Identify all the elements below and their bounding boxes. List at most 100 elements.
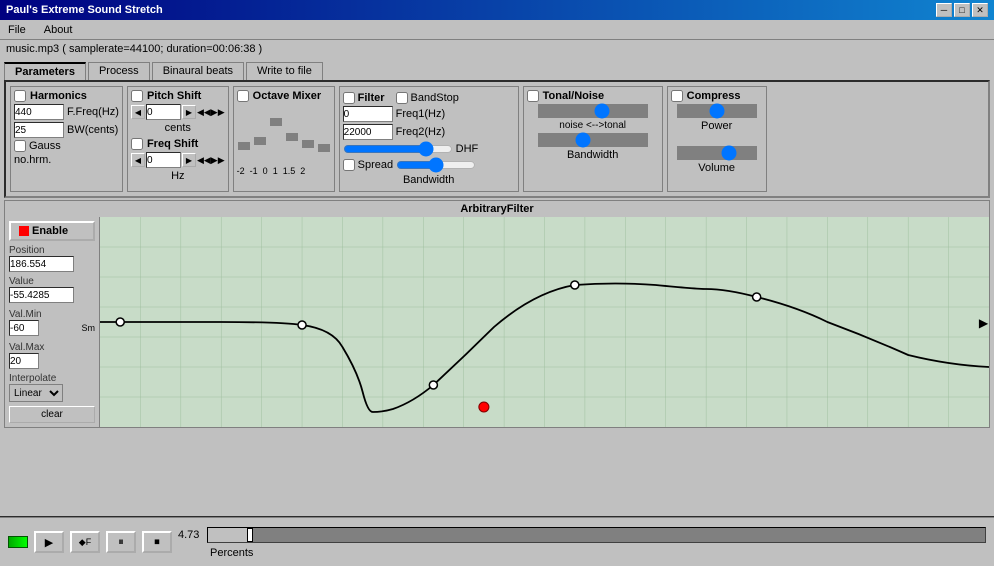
harmonics-checkbox[interactable] bbox=[14, 90, 26, 102]
percent-value: 4.73 bbox=[178, 529, 203, 541]
diamond-button[interactable]: ◆F bbox=[70, 531, 100, 553]
octave-slider-2[interactable] bbox=[317, 109, 331, 164]
arbitrary-title: ArbitraryFilter bbox=[5, 201, 989, 217]
tabs-bar: Parameters Process Binaural beats Write … bbox=[0, 60, 994, 80]
filter-freq2-input[interactable] bbox=[343, 124, 393, 140]
filter-checkbox[interactable] bbox=[343, 92, 355, 104]
volume-slider[interactable] bbox=[677, 146, 757, 160]
harmonics-title: Harmonics bbox=[14, 90, 119, 102]
octave-mixer-panel: Octave Mixer -2 -1 0 1 1.5 2 bbox=[233, 86, 335, 192]
compress-checkbox[interactable] bbox=[671, 90, 683, 102]
octave-slider-neg2[interactable] bbox=[237, 109, 251, 164]
compress-power-slider[interactable] bbox=[677, 104, 757, 118]
bandwidth-slider[interactable] bbox=[538, 133, 648, 147]
val-min-input[interactable] bbox=[9, 320, 39, 336]
tonal-noise-slider[interactable] bbox=[538, 104, 648, 118]
arbitrary-canvas[interactable]: ▶ bbox=[100, 217, 989, 427]
file-info: music.mp3 ( samplerate=44100; duration=0… bbox=[0, 40, 994, 60]
title-bar: Paul's Extreme Sound Stretch ─ □ ✕ bbox=[0, 0, 994, 20]
harmonics-file: no.hrm. bbox=[14, 154, 51, 166]
pitch-right-btn[interactable]: ▶ bbox=[182, 105, 196, 119]
window-controls: ─ □ ✕ bbox=[936, 3, 988, 17]
clear-button[interactable]: clear bbox=[9, 406, 95, 423]
arbitrary-graph: ▶ bbox=[100, 217, 989, 427]
filter-freq1-input[interactable] bbox=[343, 106, 393, 122]
menu-file[interactable]: File bbox=[4, 23, 30, 37]
svg-text:▶: ▶ bbox=[979, 316, 989, 330]
pitch-shift-title: Pitch Shift bbox=[131, 90, 225, 102]
val-min-group: Val.Min bbox=[9, 309, 79, 336]
spread-checkbox[interactable] bbox=[343, 159, 355, 171]
tonal-noise-title: Tonal/Noise bbox=[527, 90, 659, 102]
position-input[interactable] bbox=[9, 256, 74, 272]
arbitrary-left-panel: Enable Position Value Val.Min Sm Val.Max bbox=[5, 217, 100, 427]
progress-thumb bbox=[247, 528, 253, 542]
tonal-noise-panel: Tonal/Noise noise <-->tonal Bandwidth bbox=[523, 86, 663, 192]
play-button[interactable]: ▶ bbox=[34, 531, 64, 553]
tab-binaural[interactable]: Binaural beats bbox=[152, 62, 244, 80]
compress-title: Compress bbox=[671, 90, 763, 102]
interpolate-select[interactable]: Linear Cubic Cosine bbox=[9, 384, 63, 402]
progress-fill bbox=[208, 528, 247, 542]
tonal-noise-checkbox[interactable] bbox=[527, 90, 539, 102]
maximize-button[interactable]: □ bbox=[954, 3, 970, 17]
pitch-shift-checkbox[interactable] bbox=[131, 90, 143, 102]
bottom-transport-bar: ▶ ◆F ⏸ ⏹ 4.73 Percents bbox=[0, 516, 994, 566]
octave-mixer-sliders bbox=[237, 104, 331, 164]
octave-mixer-title: Octave Mixer bbox=[237, 90, 331, 102]
pitch-arrows-extra: ◀◀▶▶ bbox=[197, 107, 225, 118]
harmonics-freq-input[interactable] bbox=[14, 104, 64, 120]
compress-panel: Compress Power Volume bbox=[667, 86, 767, 192]
octave-mixer-checkbox[interactable] bbox=[237, 90, 249, 102]
close-button[interactable]: ✕ bbox=[972, 3, 988, 17]
progress-track[interactable] bbox=[207, 527, 986, 543]
ctrl-point-1 bbox=[116, 318, 124, 326]
ctrl-point-2 bbox=[298, 321, 306, 329]
freq-shift-input[interactable] bbox=[146, 152, 181, 168]
harmonics-panel: Harmonics F.Freq(Hz) BW(cents) Gauss no.… bbox=[10, 86, 123, 192]
harmonics-bw-input[interactable] bbox=[14, 122, 64, 138]
level-indicator bbox=[8, 536, 28, 548]
menu-about[interactable]: About bbox=[40, 23, 77, 37]
ctrl-point-3 bbox=[429, 381, 437, 389]
pitch-shift-input[interactable] bbox=[146, 104, 181, 120]
pause-button[interactable]: ⏸ bbox=[106, 531, 136, 553]
octave-slider-15[interactable] bbox=[301, 109, 315, 164]
filter-dhf-slider[interactable] bbox=[343, 142, 453, 156]
selected-point bbox=[479, 402, 489, 412]
octave-slider-0[interactable] bbox=[269, 109, 283, 164]
tab-process[interactable]: Process bbox=[88, 62, 150, 80]
red-indicator bbox=[19, 226, 29, 236]
enable-button[interactable]: Enable bbox=[9, 221, 95, 241]
arbitrary-controls: Enable Position Value Val.Min Sm Val.Max bbox=[5, 217, 989, 427]
ctrl-point-4 bbox=[571, 281, 579, 289]
filter-panel: Filter BandStop Freq1(Hz) Freq2(Hz) DHF … bbox=[339, 86, 519, 192]
octave-slider-1[interactable] bbox=[285, 109, 299, 164]
tab-write-to-file[interactable]: Write to file bbox=[246, 62, 323, 80]
spread-slider[interactable] bbox=[396, 158, 476, 172]
ctrl-point-5 bbox=[753, 293, 761, 301]
tab-parameters[interactable]: Parameters bbox=[4, 62, 86, 80]
pitch-left-btn[interactable]: ◀ bbox=[131, 105, 145, 119]
progress-area: 4.73 Percents bbox=[178, 525, 986, 559]
minimize-button[interactable]: ─ bbox=[936, 3, 952, 17]
value-input[interactable] bbox=[9, 287, 74, 303]
val-max-input[interactable] bbox=[9, 353, 39, 369]
value-group: Value bbox=[9, 276, 95, 303]
bandstop-checkbox[interactable] bbox=[396, 92, 408, 104]
arbitrary-section: ArbitraryFilter Enable Position Value Va… bbox=[4, 200, 990, 428]
params-area: Harmonics F.Freq(Hz) BW(cents) Gauss no.… bbox=[4, 80, 990, 198]
pitch-shift-panel: Pitch Shift ◀ ▶ ◀◀▶▶ cents Freq Shift ◀ … bbox=[127, 86, 229, 192]
octave-slider-neg1[interactable] bbox=[253, 109, 267, 164]
freq-shift-checkbox[interactable] bbox=[131, 138, 143, 150]
val-max-group: Val.Max bbox=[9, 342, 95, 369]
sm-indicator: Sm bbox=[82, 323, 96, 333]
percents-label: Percents bbox=[210, 547, 253, 559]
harmonics-gauss-checkbox[interactable] bbox=[14, 140, 26, 152]
freq-shift-left-btn[interactable]: ◀ bbox=[131, 153, 145, 167]
stop-button[interactable]: ⏹ bbox=[142, 531, 172, 553]
menu-bar: File About bbox=[0, 20, 994, 40]
freq-arrows-extra: ◀◀▶▶ bbox=[197, 155, 225, 166]
freq-shift-right-btn[interactable]: ▶ bbox=[182, 153, 196, 167]
window-title: Paul's Extreme Sound Stretch bbox=[6, 4, 163, 16]
